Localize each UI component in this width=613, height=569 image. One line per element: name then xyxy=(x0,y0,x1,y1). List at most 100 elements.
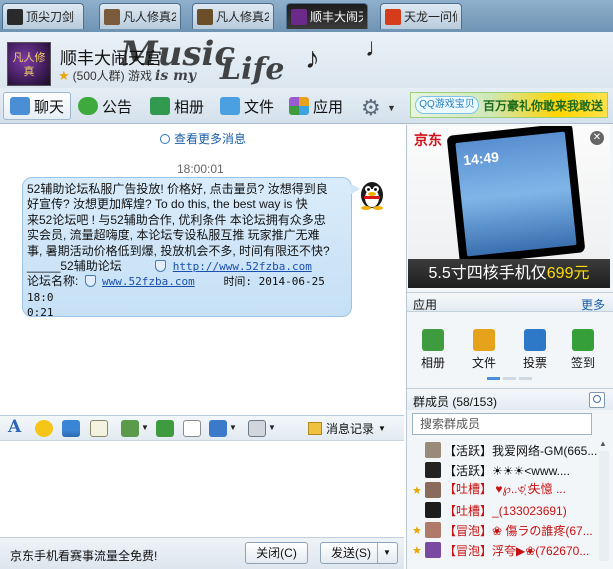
pager-dot[interactable] xyxy=(519,377,532,380)
group-avatar-icon xyxy=(197,8,213,25)
scroll-up-icon[interactable]: ▲ xyxy=(597,439,609,449)
shake-icon[interactable] xyxy=(62,420,80,437)
chat-tab-active[interactable]: 顺丰大闹天 xyxy=(286,3,368,29)
forum-link[interactable]: http://www.52fzba.com xyxy=(173,260,312,273)
chevron-down-icon[interactable]: ▼ xyxy=(383,543,391,563)
chevron-down-icon[interactable]: ▼ xyxy=(229,423,237,432)
group-avatar[interactable]: 凡人修真 xyxy=(7,42,51,86)
chat-tab-3[interactable]: 凡人修真2 xyxy=(192,3,274,29)
send-button[interactable]: 发送(S) ▼ xyxy=(320,542,398,564)
chevron-down-icon[interactable]: ▼ xyxy=(387,103,396,113)
list-item[interactable]: 【活跃】我爱网络-GM(665... xyxy=(407,440,597,460)
promo-link[interactable]: 京东手机看赛事流量全免费! xyxy=(10,547,157,564)
app-vote[interactable]: 投票 xyxy=(515,329,555,371)
member-star-icon: ★ xyxy=(412,484,422,497)
forum-prefix: _____52辅助论坛 xyxy=(27,259,122,274)
apps-more-link[interactable]: 更多 xyxy=(581,296,605,313)
right-panel: 14:49 京东 ✕ 5.5寸四核手机仅699元 应用 更多 相册 文件 投票 … xyxy=(406,125,613,569)
qq-penguin-avatar[interactable] xyxy=(357,178,387,210)
list-item[interactable]: ★ 【冒泡】❀ 傷ラの誰疼(67... xyxy=(407,520,597,540)
group-info: ★ (500人群) 游戏 xyxy=(58,67,152,84)
image-icon[interactable] xyxy=(121,420,139,437)
members-header: 群成员 (58/153) xyxy=(407,388,613,410)
tab-label: 应用 xyxy=(313,98,344,116)
list-item[interactable]: ★ 【吐槽】 ♥℘..৩҉ 失憶 ... xyxy=(407,480,597,500)
tab-announcement[interactable]: 公告 xyxy=(72,92,138,120)
member-search-input[interactable]: 搜索群成员 xyxy=(412,413,592,435)
ad-caption-text: 5.5寸四核手机仅 xyxy=(428,265,547,282)
chat-tab-2[interactable]: 凡人修真2 xyxy=(99,3,181,29)
member-star-icon: ★ xyxy=(412,524,422,537)
member-avatar xyxy=(425,442,441,458)
group-name[interactable]: 顺丰大闹天宫 xyxy=(60,44,162,69)
member-list-scrollbar[interactable] xyxy=(599,451,609,561)
chat-tab-1[interactable]: 顶尖刀剑 xyxy=(2,3,84,29)
address-link[interactable]: www.52fzba.com xyxy=(102,275,195,288)
screenshot-icon[interactable] xyxy=(209,420,227,437)
vote-icon xyxy=(524,329,546,351)
sticker-icon[interactable] xyxy=(248,420,266,437)
tab-label: 聊天 xyxy=(34,98,65,116)
list-item[interactable]: 【活跃】☀☀☀<www.... xyxy=(407,460,597,480)
apps-header: 应用 更多 xyxy=(407,292,613,312)
group-avatar-icon xyxy=(291,8,307,25)
music-note-icon: ♪ xyxy=(305,42,320,75)
phone-screen: 14:49 xyxy=(455,131,577,257)
font-icon[interactable]: A xyxy=(8,417,26,437)
message-input[interactable] xyxy=(0,442,404,537)
app-label: 投票 xyxy=(522,356,547,370)
message-history-button[interactable]: 消息记录 ▼ xyxy=(308,420,386,437)
tab-chat[interactable]: 聊天 xyxy=(3,92,72,120)
member-name: 【吐槽】 ♥℘..৩҉ 失憶 ... xyxy=(444,481,566,496)
member-count: (500人群) 游戏 xyxy=(72,69,153,83)
message-line: 52辅助论坛私服广告投放! 价格好, 点击量员? 汝想得到良 xyxy=(27,182,328,196)
chat-history[interactable]: 查看更多消息 18:00:01 52辅助论坛私服广告投放! 价格好, 点击量员?… xyxy=(0,125,404,415)
document-icon[interactable] xyxy=(183,420,201,437)
tab-apps[interactable]: 应用 xyxy=(283,92,349,120)
ad-text: 百万豪礼你敢来我敢送 xyxy=(483,99,604,113)
music-share-icon[interactable] xyxy=(156,420,174,437)
gear-icon[interactable]: ⚙ xyxy=(361,95,381,121)
pager-dot[interactable] xyxy=(503,377,516,380)
phone-image: 14:49 xyxy=(446,126,586,266)
chat-tab-5[interactable]: 天龙一问仙 xyxy=(380,3,462,29)
app-album[interactable]: 相册 xyxy=(413,329,453,371)
member-avatar xyxy=(425,482,441,498)
chevron-down-icon[interactable]: ▼ xyxy=(268,423,276,432)
tab-file[interactable]: 文件 xyxy=(214,92,280,120)
tab-label: 凡人修真2 xyxy=(216,10,269,24)
emoji-icon[interactable] xyxy=(35,420,53,437)
list-item[interactable]: ★ 【冒泡】浮夸▶❀(762670... xyxy=(407,540,597,560)
album-icon xyxy=(422,329,444,351)
jd-logo: 京东 xyxy=(414,132,442,148)
tab-label: 文件 xyxy=(244,98,275,116)
members-title: 群成员 (58/153) xyxy=(413,395,498,409)
tab-label: 公告 xyxy=(102,98,133,116)
apps-pager[interactable] xyxy=(487,377,532,380)
music-note-icon: ♩ xyxy=(365,32,391,62)
app-file[interactable]: 文件 xyxy=(464,329,504,371)
history-icon xyxy=(308,422,322,435)
doodle-icon[interactable] xyxy=(90,420,108,437)
message-line: 实会员, 流量超嗨度, 本论坛专设私服互推 玩家推广无难 xyxy=(27,228,320,243)
close-button[interactable]: 关闭(C) xyxy=(245,542,308,564)
game-ad-banner[interactable]: QQ游戏宝贝 百万豪礼你敢来我敢送 xyxy=(410,92,608,118)
search-icon[interactable] xyxy=(589,392,605,408)
chevron-down-icon[interactable]: ▼ xyxy=(141,423,149,432)
list-item[interactable]: 【吐槽】_(133023691) xyxy=(407,500,597,520)
tab-label: 相册 xyxy=(174,98,205,116)
tab-album[interactable]: 相册 xyxy=(144,92,210,120)
app-checkin[interactable]: 签到 xyxy=(563,329,603,371)
address-label: 论坛名称: xyxy=(27,274,79,289)
close-icon[interactable]: ✕ xyxy=(590,131,604,145)
file-icon xyxy=(220,97,240,115)
jd-phone-ad[interactable]: 14:49 京东 ✕ 5.5寸四核手机仅699元 xyxy=(408,126,610,288)
pager-dot[interactable] xyxy=(487,377,500,380)
more-messages-link[interactable]: 查看更多消息 xyxy=(160,130,246,147)
tab-label: 天龙一问仙 xyxy=(404,10,457,24)
member-star-icon: ★ xyxy=(412,544,422,557)
clock-icon xyxy=(160,133,170,144)
member-name: 【冒泡】❀ 傷ラの誰疼(67... xyxy=(444,523,593,538)
tab-label: 凡人修真2 xyxy=(123,10,176,24)
star-icon: ★ xyxy=(58,67,70,83)
